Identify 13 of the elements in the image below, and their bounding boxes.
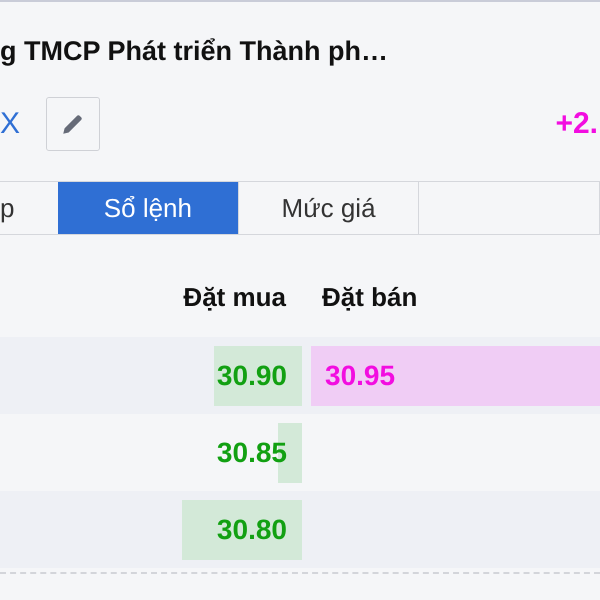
tab[interactable]: Mức giá — [238, 182, 420, 234]
bid-price: 30.85 — [216, 436, 287, 468]
tab[interactable]: Sổ lệnh — [58, 182, 239, 234]
price-change: +2. — [555, 107, 599, 141]
tab[interactable]: p — [0, 182, 58, 234]
bid-price: 30.80 — [216, 514, 287, 546]
column-header: Đặt mua — [182, 282, 286, 312]
ask-price: 30.95 — [325, 360, 396, 392]
edit-button[interactable] — [46, 97, 100, 151]
bid-price: 30.90 — [216, 360, 287, 392]
stock-title: g TMCP Phát triển Thành ph… — [0, 35, 389, 68]
exchange-label: X — [0, 107, 22, 141]
column-header: Đặt bán — [322, 282, 418, 312]
